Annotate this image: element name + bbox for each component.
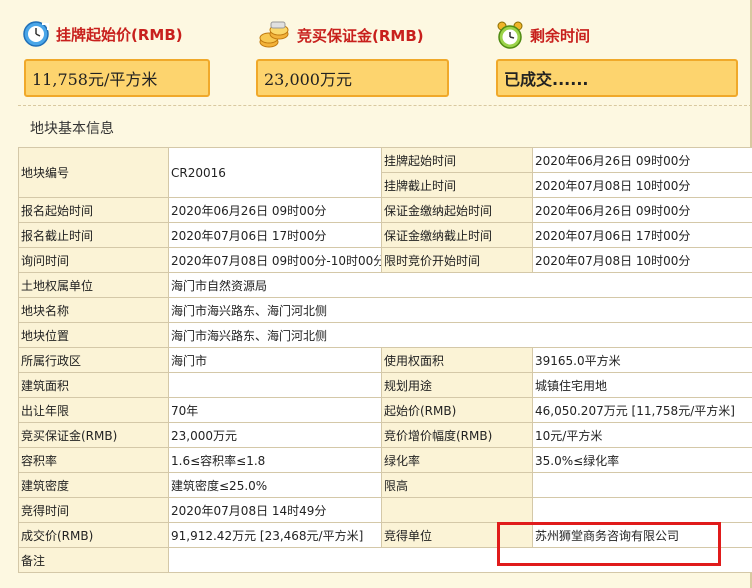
value-bid-deposit: 23,000万元 (168, 422, 382, 448)
section-divider (18, 105, 752, 106)
label-signup-end: 报名截止时间 (18, 222, 169, 248)
table-row: 地块位置 海门市海兴路东、海门河北侧 (18, 322, 752, 348)
label-inquiry-time: 询问时间 (18, 247, 169, 273)
value-signup-end: 2020年07月06日 17时00分 (168, 222, 382, 248)
label-use-area: 使用权面积 (381, 347, 533, 373)
table-row: 地块编号 CR20016 挂牌起始时间 2020年06月26日 09时00分 (18, 147, 752, 198)
start-price-label: 挂牌起始价(RMB) (56, 25, 183, 44)
value-signup-start: 2020年06月26日 09时00分 (168, 197, 382, 223)
label-parcel-location: 地块位置 (18, 322, 169, 348)
value-district: 海门市 (168, 347, 382, 373)
coins-icon (257, 20, 291, 50)
table-row: 容积率 1.6≤容积率≤1.8 绿化率 35.0%≤绿化率 (18, 447, 752, 473)
label-parcel-name: 地块名称 (18, 297, 169, 323)
label-land-owner: 土地权属单位 (18, 272, 169, 298)
value-bid-increment: 10元/平方米 (532, 422, 752, 448)
label-building-density: 建筑密度 (18, 472, 169, 498)
value-plot-ratio: 1.6≤容积率≤1.8 (168, 447, 382, 473)
table-row: 所属行政区 海门市 使用权面积 39165.0平方米 (18, 347, 752, 373)
value-land-owner: 海门市自然资源局 (168, 272, 752, 298)
label-win-time: 竞得时间 (18, 497, 169, 523)
value-parcel-no: CR20016 (168, 147, 382, 198)
value-deal-price: 91,912.42万元 [23,468元/平方米] (168, 522, 382, 548)
deposit-label: 竞买保证金(RMB) (297, 26, 424, 45)
label-planned-use: 规划用途 (381, 372, 533, 398)
label-bid-deposit: 竞买保证金(RMB) (18, 422, 169, 448)
value-planned-use: 城镇住宅用地 (532, 372, 752, 398)
table-row: 竞买保证金(RMB) 23,000万元 竞价增价幅度(RMB) 10元/平方米 (18, 422, 752, 448)
value-parcel-name: 海门市海兴路东、海门河北侧 (168, 297, 752, 323)
value-green-ratio: 35.0%≤绿化率 (532, 447, 752, 473)
value-start-price: 46,050.207万元 [11,758元/平方米] (532, 397, 752, 423)
value-listing-start: 2020年06月26日 09时00分 (532, 147, 752, 173)
label-plot-ratio: 容积率 (18, 447, 169, 473)
value-listing-end: 2020年07月08日 10时00分 (532, 172, 752, 198)
remaining-time-value: 已成交...... (496, 59, 738, 97)
table-row: 建筑面积 规划用途 城镇住宅用地 (18, 372, 752, 398)
label-listing-start: 挂牌起始时间 (381, 147, 533, 173)
deposit-header: 竞买保证金(RMB) (257, 20, 424, 50)
value-deposit-start: 2020年06月26日 09时00分 (532, 197, 752, 223)
label-green-ratio: 绿化率 (381, 447, 533, 473)
value-parcel-location: 海门市海兴路东、海门河北侧 (168, 322, 752, 348)
value-bidding-start: 2020年07月08日 10时00分 (532, 247, 752, 273)
value-empty (532, 497, 752, 523)
label-deposit-start: 保证金缴纳起始时间 (381, 197, 533, 223)
value-lease-term: 70年 (168, 397, 382, 423)
label-bidding-start: 限时竞价开始时间 (381, 247, 533, 273)
label-district: 所属行政区 (18, 347, 169, 373)
deposit-value: 23,000万元 (256, 59, 449, 97)
table-row: 地块名称 海门市海兴路东、海门河北侧 (18, 297, 752, 323)
table-row: 询问时间 2020年07月08日 09时00分-10时00分 限时竞价开始时间 … (18, 247, 752, 273)
label-parcel-no: 地块编号 (18, 147, 169, 198)
start-price-header: 挂牌起始价(RMB) (22, 20, 183, 48)
label-building-area: 建筑面积 (18, 372, 169, 398)
label-start-price: 起始价(RMB) (381, 397, 533, 423)
value-use-area: 39165.0平方米 (532, 347, 752, 373)
table-row: 土地权属单位 海门市自然资源局 (18, 272, 752, 298)
auction-summary-bar: 挂牌起始价(RMB) 11,758元/平方米 竞买保证金(RMB) 23,000… (0, 0, 752, 106)
winner-highlight-box (497, 522, 721, 566)
clock-arrow-icon (22, 20, 50, 48)
label-lease-term: 出让年限 (18, 397, 169, 423)
section-title: 地块基本信息 (30, 121, 114, 137)
remaining-time-label: 剩余时间 (530, 26, 591, 45)
label-height-limit: 限高 (381, 472, 533, 498)
value-win-time: 2020年07月08日 14时49分 (168, 497, 382, 523)
label-signup-start: 报名起始时间 (18, 197, 169, 223)
start-price-value: 11,758元/平方米 (24, 59, 210, 97)
value-height-limit (532, 472, 752, 498)
value-building-area (168, 372, 382, 398)
value-deposit-end: 2020年07月06日 17时00分 (532, 222, 752, 248)
label-empty (381, 497, 533, 523)
table-row: 竞得时间 2020年07月08日 14时49分 (18, 497, 752, 523)
label-listing-end: 挂牌截止时间 (381, 172, 533, 198)
value-building-density: 建筑密度≤25.0% (168, 472, 382, 498)
label-remarks: 备注 (18, 547, 169, 573)
label-deposit-end: 保证金缴纳截止时间 (381, 222, 533, 248)
table-row: 建筑密度 建筑密度≤25.0% 限高 (18, 472, 752, 498)
table-row: 报名截止时间 2020年07月06日 17时00分 保证金缴纳截止时间 2020… (18, 222, 752, 248)
remaining-time-header: 剩余时间 (496, 20, 590, 50)
label-deal-price: 成交价(RMB) (18, 522, 169, 548)
label-bid-increment: 竞价增价幅度(RMB) (381, 422, 533, 448)
table-row: 出让年限 70年 起始价(RMB) 46,050.207万元 [11,758元/… (18, 397, 752, 423)
land-info-table: 地块编号 CR20016 挂牌起始时间 2020年06月26日 09时00分 挂… (18, 147, 752, 573)
value-inquiry-time: 2020年07月08日 09时00分-10时00分 (168, 247, 382, 273)
alarm-clock-icon (496, 20, 524, 50)
table-row: 报名起始时间 2020年06月26日 09时00分 保证金缴纳起始时间 2020… (18, 197, 752, 223)
